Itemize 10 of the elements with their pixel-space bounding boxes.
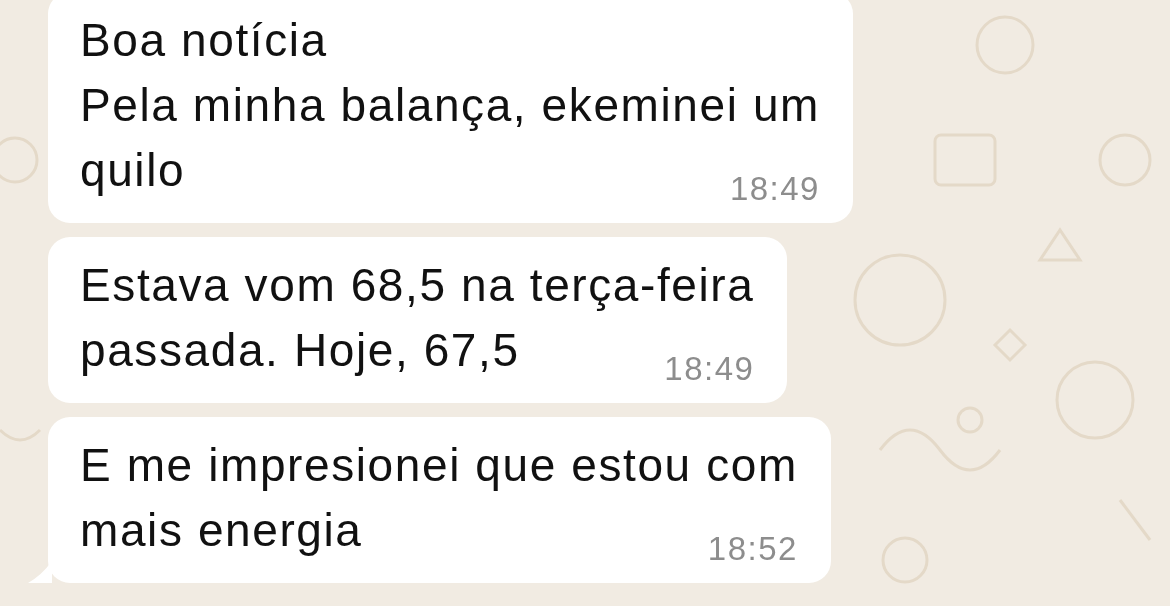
message-text: Boa notícia — [80, 13, 328, 68]
message-text: E me impresionei que estou com — [80, 438, 798, 493]
message-text: quilo — [80, 143, 186, 198]
message-time: 18:49 — [729, 169, 820, 209]
message-time: 18:52 — [707, 529, 798, 569]
message-text: Estava vom 68,5 na terça-feira — [80, 258, 755, 313]
message-text: passada. Hoje, 67,5 — [80, 323, 520, 378]
message-time: 18:49 — [664, 349, 755, 389]
message-text: mais energia — [80, 503, 363, 558]
message-text: Pela minha balança, ekeminei um — [80, 78, 820, 133]
